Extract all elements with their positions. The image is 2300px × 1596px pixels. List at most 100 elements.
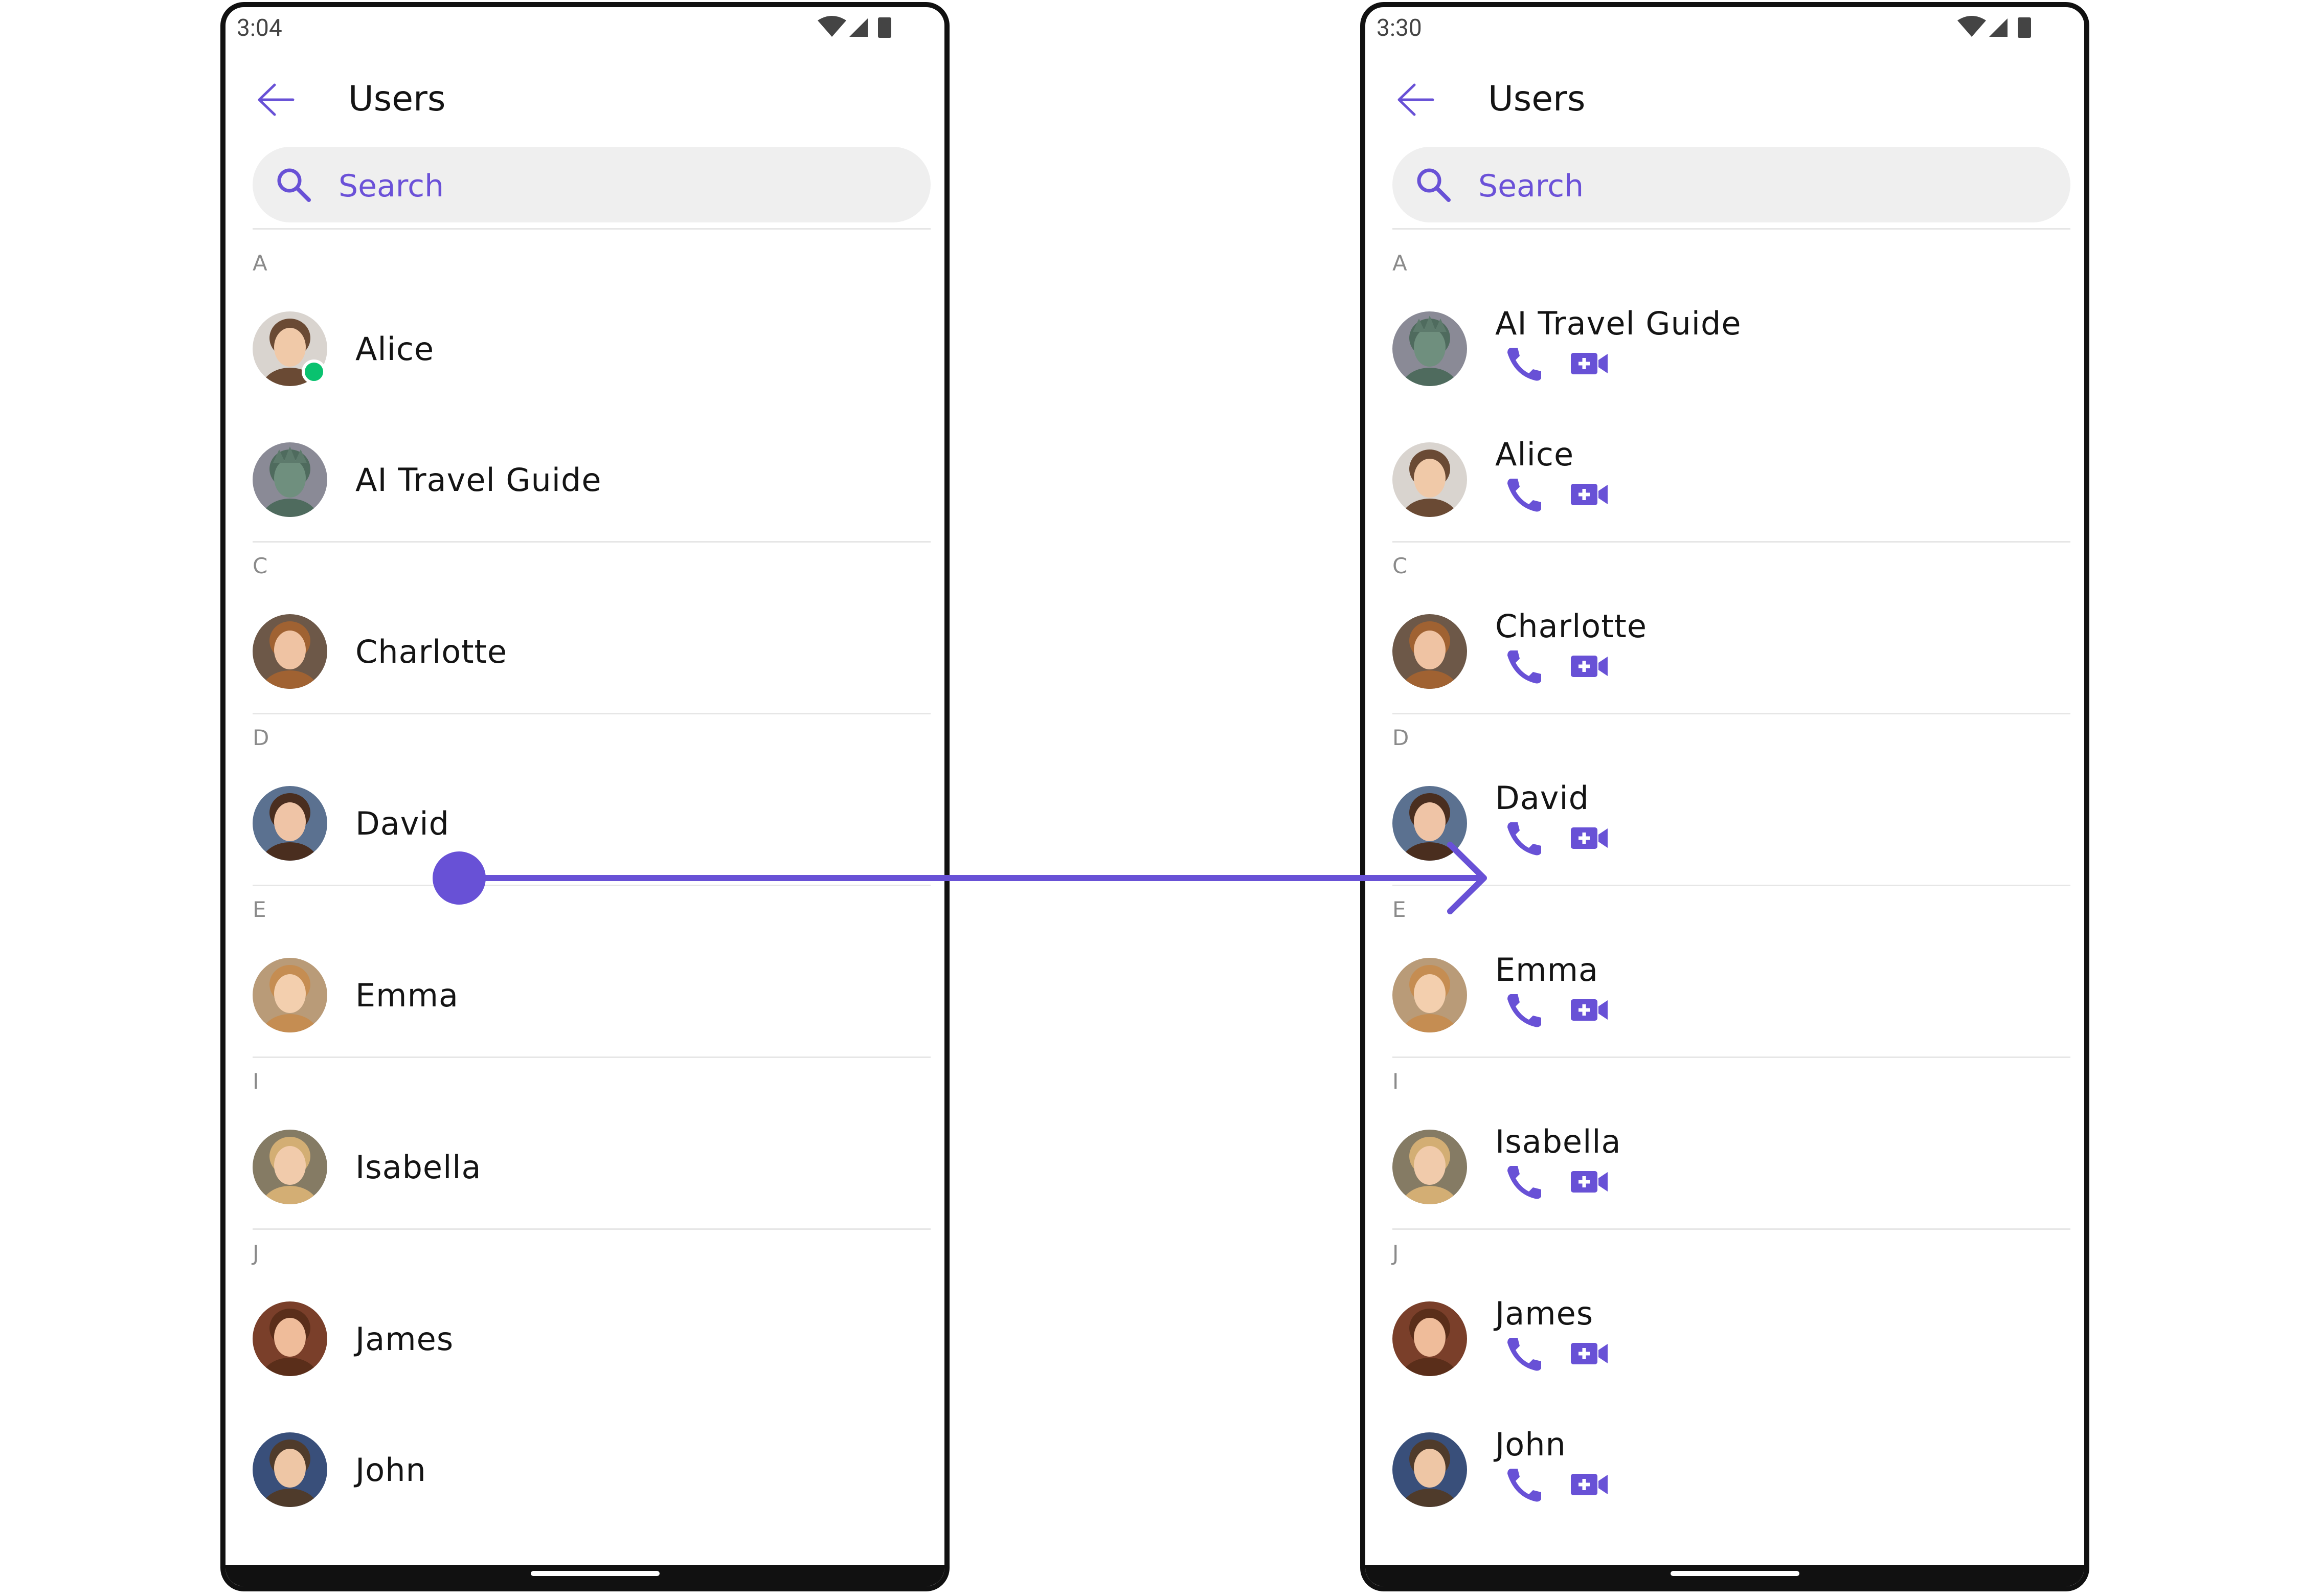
user-row-john[interactable]: John [1365,1404,2084,1535]
section-header-e: E [1392,897,1406,922]
video-call-button[interactable] [1569,1163,1610,1201]
voice-call-button[interactable] [1503,1466,1544,1503]
avatar [1392,786,1467,861]
user-row-isabella[interactable]: Isabella [1365,1102,2084,1232]
voice-call-button[interactable] [1503,476,1544,513]
user-row-james[interactable]: James [226,1273,944,1404]
video-camera-icon [1571,1474,1608,1495]
avatar [1392,311,1467,386]
section-header-j: J [1392,1241,1399,1266]
user-name: David [1495,779,1590,817]
user-name: Charlotte [355,633,507,670]
avatar [1392,1301,1467,1376]
phone-screen-before: 3:04 Users Search A Alice AI Travel Guide C… [220,2,950,1591]
home-indicator[interactable] [1671,1571,1799,1576]
user-row-isabella[interactable]: Isabella [226,1102,944,1232]
divider [1392,713,2070,714]
avatar [253,786,327,861]
user-row-charlotte[interactable]: Charlotte [226,586,944,717]
section-header-a: A [1392,251,1407,276]
video-call-button[interactable] [1569,1466,1610,1503]
user-row-ai-travel-guide[interactable]: AI Travel Guide [1365,283,2084,414]
section-header-c: C [253,553,268,578]
avatar [253,1301,327,1376]
voice-call-button[interactable] [1503,647,1544,685]
section-header-j: J [253,1241,259,1266]
phone-icon [1507,822,1541,856]
phone-screen-after: 3:30 Users Search A AI Travel Guide Alice C… [1360,2,2089,1591]
voice-call-button[interactable] [1503,345,1544,383]
video-call-button[interactable] [1569,647,1610,685]
user-name: James [355,1320,454,1358]
video-call-button[interactable] [1569,345,1610,383]
divider [253,541,931,543]
phone-icon [1507,1166,1541,1199]
section-header-e: E [253,897,266,922]
video-camera-icon [1571,353,1608,374]
divider [253,713,931,714]
phone-icon [1507,1338,1541,1371]
divider [1392,541,2070,543]
user-row-james[interactable]: James [1365,1273,2084,1404]
user-name: AI Travel Guide [1495,305,1742,342]
video-call-button[interactable] [1569,1335,1610,1373]
section-header-i: I [1392,1069,1399,1094]
user-name: Emma [1495,951,1598,988]
avatar [1392,958,1467,1032]
user-row-emma[interactable]: Emma [1365,930,2084,1061]
avatar [1392,1130,1467,1204]
user-name: David [355,805,450,842]
video-call-button[interactable] [1569,476,1610,513]
user-name: AI Travel Guide [355,461,602,499]
video-call-button[interactable] [1569,819,1610,857]
avatar [253,1432,327,1507]
home-indicator[interactable] [531,1571,660,1576]
phone-icon [1507,348,1541,381]
user-name: Alice [355,330,435,368]
phone-icon [1507,994,1541,1027]
section-header-c: C [1392,553,1408,578]
user-row-david[interactable]: David [1365,758,2084,889]
user-row-david[interactable]: David [226,758,944,889]
video-camera-icon [1571,1343,1608,1364]
section-header-i: I [253,1069,259,1094]
avatar [1392,1432,1467,1507]
divider [1392,1056,2070,1058]
divider [1392,885,2070,886]
video-camera-icon [1571,656,1608,677]
user-name: Isabella [355,1149,482,1186]
user-name: Charlotte [1495,608,1647,645]
user-name: Isabella [1495,1123,1621,1160]
user-name: John [355,1451,426,1489]
user-name: James [1495,1295,1594,1332]
user-list: A AI Travel Guide Alice C Charlotte D David E Em… [1365,7,2084,1586]
phone-icon [1507,1469,1541,1502]
avatar [253,442,327,517]
user-row-emma[interactable]: Emma [226,930,944,1061]
user-list: A Alice AI Travel Guide C Charlotte D David E Em… [226,7,944,1586]
voice-call-button[interactable] [1503,819,1544,857]
user-row-alice[interactable]: Alice [226,283,944,414]
voice-call-button[interactable] [1503,1163,1544,1201]
section-header-d: D [1392,725,1409,750]
video-camera-icon [1571,484,1608,505]
user-row-ai-travel-guide[interactable]: AI Travel Guide [226,414,944,545]
voice-call-button[interactable] [1503,1335,1544,1373]
user-row-charlotte[interactable]: Charlotte [1365,586,2084,717]
video-call-button[interactable] [1569,991,1610,1029]
avatar [253,1130,327,1204]
avatar [1392,614,1467,689]
phone-icon [1507,479,1541,512]
user-row-john[interactable]: John [226,1404,944,1535]
video-camera-icon [1571,827,1608,849]
section-header-a: A [253,251,267,276]
divider [253,885,931,886]
video-camera-icon [1571,999,1608,1021]
online-status-dot [302,359,326,384]
user-name: John [1495,1426,1566,1463]
user-row-alice[interactable]: Alice [1365,414,2084,545]
voice-call-button[interactable] [1503,991,1544,1029]
section-header-d: D [253,725,269,750]
divider [253,1228,931,1230]
phone-icon [1507,650,1541,684]
